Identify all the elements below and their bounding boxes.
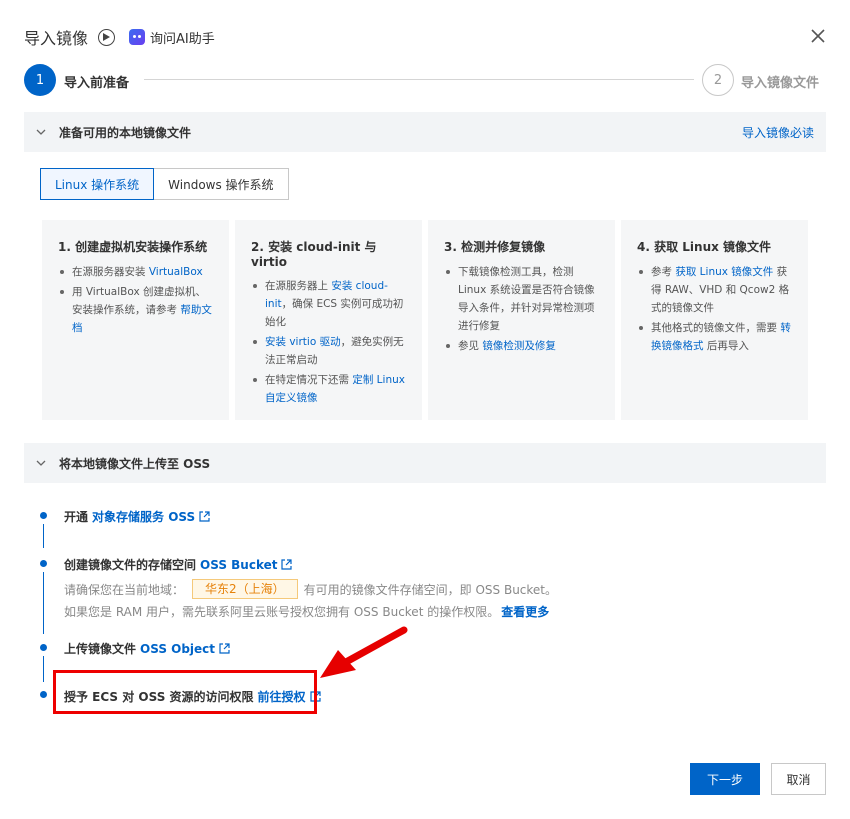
- oss-object-link[interactable]: OSS Object: [140, 642, 215, 656]
- install-virtio-link[interactable]: 安装 virtio 驱动: [265, 336, 341, 348]
- timeline-dot: [40, 560, 47, 567]
- prepare-cards: 1. 创建虚拟机安装操作系统 在源服务器安装 VirtualBox 用 Virt…: [42, 220, 808, 420]
- red-arrow-annotation: [320, 626, 408, 678]
- card-create-vm: 1. 创建虚拟机安装操作系统 在源服务器安装 VirtualBox 用 Virt…: [42, 220, 229, 420]
- step-create-bucket: 创建镜像文件的存储空间 OSS Bucket: [64, 556, 293, 573]
- region-badge: 华东2（上海）: [192, 579, 298, 599]
- chevron-down-icon: [36, 460, 46, 466]
- timeline-line: [43, 572, 44, 634]
- list-item: 其他格式的镜像文件，需要 转换镜像格式 后再导入: [637, 319, 794, 355]
- close-icon[interactable]: [810, 28, 826, 44]
- card-check-repair: 3. 检测并修复镜像 下载镜像检测工具，检测 Linux 系统设置是否符合镜像导…: [428, 220, 615, 420]
- dialog-header: 导入镜像 询问AI助手: [24, 24, 215, 50]
- play-video-icon[interactable]: [98, 28, 116, 46]
- timeline-line: [43, 656, 44, 682]
- card-title: 1. 创建虚拟机安装操作系统: [58, 240, 208, 254]
- list-item: 在特定情况下还需 定制 Linux 自定义镜像: [251, 371, 408, 407]
- list-item: 参见 镜像检测及修复: [444, 337, 601, 355]
- import-image-dialog: 导入镜像 询问AI助手 1 导入前准备 2 导入镜像文件 准备可用的本地镜像文件…: [0, 0, 850, 819]
- timeline-line: [43, 524, 44, 548]
- step-connector: [144, 79, 694, 80]
- section-prepare-title: 准备可用的本地镜像文件: [59, 125, 192, 140]
- list-item: 下载镜像检测工具，检测 Linux 系统设置是否符合镜像导入条件，并针对异常检测…: [444, 263, 601, 335]
- import-guide-link[interactable]: 导入镜像必读: [742, 124, 814, 141]
- ai-assistant-icon: [129, 29, 146, 45]
- section-upload-title: 将本地镜像文件上传至 OSS: [59, 456, 211, 471]
- list-item: 用 VirtualBox 创建虚拟机、安装操作系统，请参考 帮助文档: [58, 283, 215, 337]
- step-2-label: 导入镜像文件: [741, 76, 820, 91]
- chevron-down-icon: [36, 129, 46, 135]
- external-link-icon: [199, 511, 210, 522]
- step-enable-oss: 开通 对象存储服务 OSS: [64, 508, 210, 525]
- external-link-icon: [219, 643, 230, 654]
- timeline-dot: [40, 644, 47, 651]
- annotation-highlight-box: [53, 670, 317, 714]
- step-1-circle: 1: [24, 64, 56, 96]
- list-item: 在源服务器上 安装 cloud-init，确保 ECS 实例可成功初始化: [251, 277, 408, 331]
- list-item: 参考 获取 Linux 镜像文件 获得 RAW、VHD 和 Qcow2 格式的镜…: [637, 263, 794, 317]
- step-1-label: 导入前准备: [64, 76, 130, 91]
- view-more-link[interactable]: 查看更多: [501, 603, 549, 620]
- image-check-link[interactable]: 镜像检测及修复: [482, 340, 556, 352]
- card-title: 3. 检测并修复镜像: [444, 240, 546, 254]
- card-cloud-init: 2. 安装 cloud-init 与 virtio 在源服务器上 安装 clou…: [235, 220, 422, 420]
- timeline-dot: [40, 512, 47, 519]
- ram-note: 如果您是 RAM 用户，需先联系阿里云账号授权您拥有 OSS Bucket 的操…: [64, 603, 550, 620]
- card-get-image: 4. 获取 Linux 镜像文件 参考 获取 Linux 镜像文件 获得 RAW…: [621, 220, 808, 420]
- ask-ai-assistant-button[interactable]: 询问AI助手: [129, 28, 215, 47]
- section-upload-header[interactable]: 将本地镜像文件上传至 OSS: [24, 443, 826, 483]
- card-title: 4. 获取 Linux 镜像文件: [637, 240, 772, 254]
- os-tabs: Linux 操作系统 Windows 操作系统: [40, 168, 289, 200]
- step-2-circle: 2: [702, 64, 734, 96]
- ai-assistant-label: 询问AI助手: [150, 31, 215, 47]
- get-linux-image-link[interactable]: 获取 Linux 镜像文件: [675, 266, 773, 278]
- list-item: 安装 virtio 驱动，避免实例无法正常启动: [251, 333, 408, 369]
- timeline-dot: [40, 691, 47, 698]
- external-link-icon: [281, 559, 293, 570]
- step-indicator: 1 导入前准备 2 导入镜像文件: [24, 64, 826, 96]
- tab-linux[interactable]: Linux 操作系统: [40, 168, 155, 200]
- oss-bucket-link[interactable]: OSS Bucket: [200, 558, 277, 572]
- dialog-title: 导入镜像: [24, 29, 89, 48]
- cancel-button[interactable]: 取消: [771, 763, 826, 795]
- list-item: 在源服务器安装 VirtualBox: [58, 263, 215, 281]
- step-upload-object: 上传镜像文件 OSS Object: [64, 640, 230, 657]
- oss-service-link[interactable]: 对象存储服务 OSS: [92, 508, 195, 525]
- section-prepare-header[interactable]: 准备可用的本地镜像文件 导入镜像必读: [24, 112, 826, 152]
- card-title: 2. 安装 cloud-init 与 virtio: [251, 240, 377, 269]
- next-step-button[interactable]: 下一步: [690, 763, 760, 795]
- tab-windows[interactable]: Windows 操作系统: [154, 168, 289, 200]
- region-note: 请确保您在当前地域： 华东2（上海） 有可用的镜像文件存储空间，即 OSS Bu…: [64, 579, 557, 599]
- virtualbox-link[interactable]: VirtualBox: [149, 266, 203, 278]
